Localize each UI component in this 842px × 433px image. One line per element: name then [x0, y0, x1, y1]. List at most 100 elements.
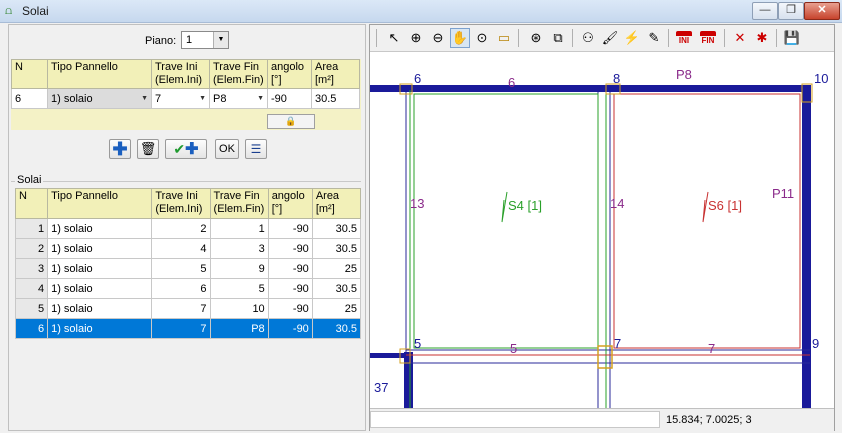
delete-marker-icon[interactable]: ✕: [730, 28, 750, 48]
chevron-down-icon[interactable]: ▼: [257, 95, 264, 102]
editor-n-field[interactable]: 6: [11, 88, 48, 109]
table-row[interactable]: 4 1) solaio 6 5 -90 30.5: [14, 278, 362, 299]
row-tipo: 1) solaio: [47, 238, 153, 259]
beam-left-stub[interactable]: [370, 353, 410, 358]
status-message-field: [370, 411, 660, 428]
label-beam-14: 14: [610, 196, 624, 211]
column-left[interactable]: [404, 352, 413, 408]
pen-icon[interactable]: ✎: [644, 28, 664, 48]
brush-icon[interactable]: 🖌: [600, 28, 620, 48]
node-icon[interactable]: ⚇: [578, 28, 598, 48]
row-n: 2: [14, 238, 49, 259]
plus-icon: ✚: [112, 138, 128, 159]
label-beam-13: 13: [410, 196, 424, 211]
row-trave-fin: 9: [209, 258, 269, 279]
label-beam-7: 7: [708, 341, 715, 356]
app-icon: ⩍: [5, 5, 13, 17]
editor-header-trave-ini: Trave Ini (Elem.Ini): [151, 59, 210, 89]
list-icon: ☰: [250, 142, 262, 156]
row-angolo: -90: [267, 238, 313, 259]
chevron-down-icon[interactable]: ▼: [213, 32, 228, 48]
label-beam-6: 6: [508, 75, 515, 90]
row-area: 25: [311, 258, 362, 279]
solai-table: N Tipo Pannello Trave Ini (Elem.Ini) Tra…: [14, 188, 362, 339]
window-title: Solai: [22, 4, 49, 18]
list-header-area[interactable]: Area [m²]: [311, 188, 362, 219]
label-slab-s6: S6 [1]: [708, 198, 742, 213]
label-node-8: 8: [613, 71, 620, 86]
save-icon[interactable]: 💾: [782, 28, 802, 48]
table-row[interactable]: 1 1) solaio 2 1 -90 30.5: [14, 218, 362, 239]
zoom-extent-icon[interactable]: ⊛: [526, 28, 546, 48]
editor-header-n: N: [11, 59, 48, 89]
row-trave-ini: 4: [151, 238, 211, 259]
editor-tipo-combo[interactable]: 1) solaio ▼: [47, 88, 152, 109]
label-p8: P8: [676, 67, 692, 82]
editor-trave-ini-combo[interactable]: 7 ▼: [151, 88, 210, 109]
list-header-trave-fin[interactable]: Trave Fin (Elem.Fin): [209, 188, 269, 219]
label-node-5: 5: [414, 336, 421, 351]
restore-button[interactable]: ❐: [778, 2, 804, 20]
list-button[interactable]: ☰: [245, 139, 267, 159]
fit-icon[interactable]: ⧉: [548, 28, 568, 48]
row-trave-ini: 7: [151, 318, 211, 339]
table-row[interactable]: 2 1) solaio 4 3 -90 30.5: [14, 238, 362, 259]
zoom-out-icon[interactable]: ⊖: [428, 28, 448, 48]
row-trave-ini: 2: [151, 218, 211, 239]
label-p11: P11: [772, 186, 794, 201]
zoom-window-icon[interactable]: ⊙: [472, 28, 492, 48]
star-marker-icon[interactable]: ✱: [752, 28, 772, 48]
ini-icon[interactable]: INI: [674, 28, 694, 48]
row-n: 5: [14, 298, 49, 319]
table-row[interactable]: 5 1) solaio 7 10 -90 25: [14, 298, 362, 319]
row-tipo: 1) solaio: [47, 218, 153, 239]
drawing-toolbar: ↖ ⊕ ⊖ ✋ ⊙ ▭ ⊛ ⧉ ⚇ 🖌 ⚡ ✎ INI FIN ✕ ✱ 💾: [370, 25, 834, 52]
chevron-down-icon[interactable]: ▼: [199, 95, 206, 102]
row-n: 3: [14, 258, 49, 279]
label-node-7: 7: [614, 336, 621, 351]
link-icon[interactable]: ⚡: [622, 28, 642, 48]
list-header-n[interactable]: N: [14, 188, 49, 219]
row-angolo: -90: [267, 218, 313, 239]
editor-trave-fin-combo[interactable]: P8 ▼: [209, 88, 268, 109]
editor-header-area: Area [m²]: [311, 59, 360, 89]
fin-icon[interactable]: FIN: [698, 28, 718, 48]
row-trave-fin: P8: [209, 318, 269, 339]
list-header-trave-ini[interactable]: Trave Ini (Elem.Ini): [151, 188, 211, 219]
editor-area-field[interactable]: 30.5: [311, 88, 360, 109]
row-trave-fin: 10: [209, 298, 269, 319]
ok-button[interactable]: OK: [215, 139, 239, 159]
row-trave-fin: 1: [209, 218, 269, 239]
list-header-tipo[interactable]: Tipo Pannello: [47, 188, 153, 219]
structural-drawing[interactable]: 6 6 8 P8 10 13 S4 [1] 14 S6 [1] P11 5 5 …: [370, 52, 834, 408]
row-trave-fin: 3: [209, 238, 269, 259]
beam-top[interactable]: [370, 85, 810, 92]
row-n: 4: [14, 278, 49, 299]
row-area: 30.5: [311, 238, 362, 259]
drawing-panel: ↖ ⊕ ⊖ ✋ ⊙ ▭ ⊛ ⧉ ⚇ 🖌 ⚡ ✎ INI FIN ✕ ✱ 💾 6 …: [369, 24, 835, 431]
group-label: Solai: [15, 174, 44, 186]
close-button[interactable]: ✕: [804, 2, 840, 20]
table-row-selected[interactable]: 6 1) solaio 7 P8 -90 30.5: [14, 318, 362, 339]
check-plus-icon: ✔: [173, 140, 186, 157]
confirm-add-button[interactable]: ✔ ✚: [165, 139, 207, 159]
add-button[interactable]: ✚: [109, 139, 131, 159]
table-row[interactable]: 3 1) solaio 5 9 -90 25: [14, 258, 362, 279]
delete-button[interactable]: 🗑: [137, 139, 159, 159]
ruler-icon[interactable]: ▭: [494, 28, 514, 48]
slab-s4-arrow: [501, 191, 508, 223]
pan-icon[interactable]: ✋: [450, 28, 470, 48]
minimize-button[interactable]: —: [752, 2, 778, 20]
label-beam-5: 5: [510, 341, 517, 356]
piano-select[interactable]: 1 ▼: [181, 31, 229, 49]
editor-angolo-field[interactable]: -90: [267, 88, 312, 109]
pointer-icon[interactable]: ↖: [384, 28, 404, 48]
chevron-down-icon[interactable]: ▼: [141, 95, 148, 102]
slab-s4-outline[interactable]: [413, 93, 599, 349]
list-header-angolo[interactable]: angolo [°]: [267, 188, 313, 219]
coordinates-readout: 15.834; 7.0025; 3: [666, 414, 752, 426]
zoom-in-icon[interactable]: ⊕: [406, 28, 426, 48]
slab-s6-outline[interactable]: [613, 93, 801, 349]
lock-icon[interactable]: 🔒: [267, 114, 315, 129]
column-right[interactable]: [802, 85, 811, 408]
